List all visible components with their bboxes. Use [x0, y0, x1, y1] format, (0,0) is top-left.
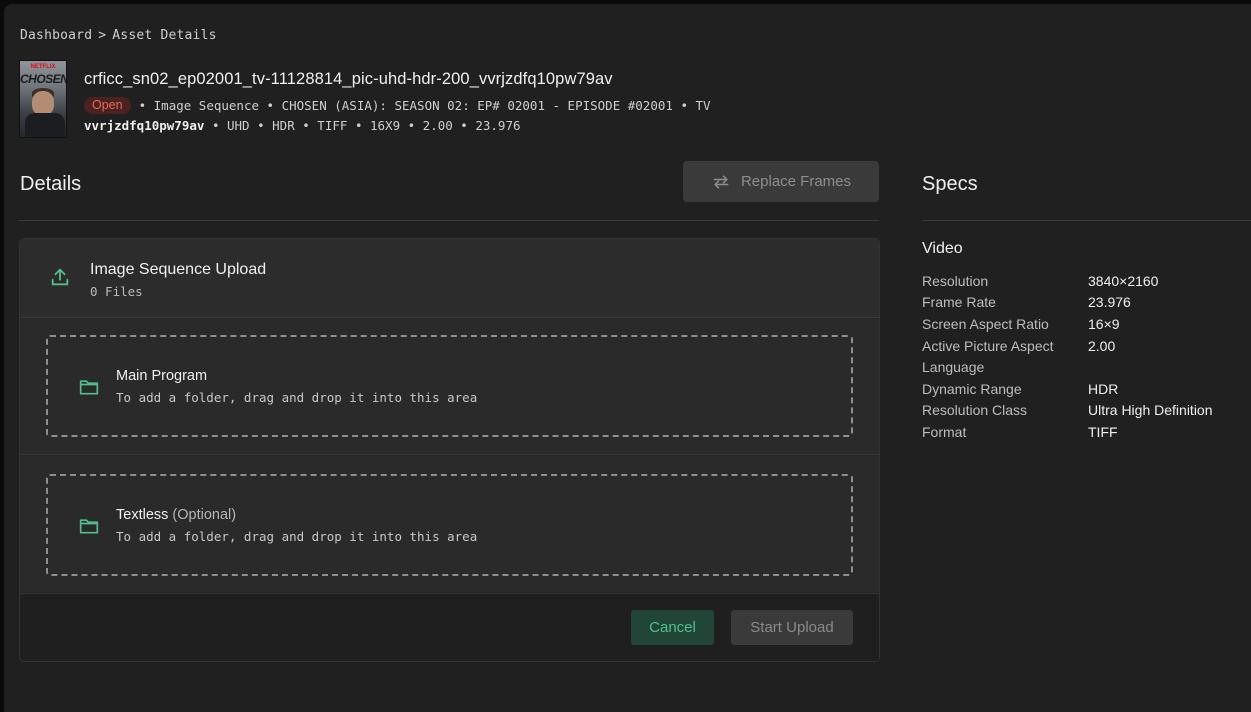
breadcrumb-asset-details: Asset Details: [112, 28, 217, 43]
dropzone-title: Main Program: [116, 368, 207, 384]
asset-meta-description: • Image Sequence • CHOSEN (ASIA): SEASON…: [138, 98, 711, 113]
breadcrumb: Dashboard > Asset Details: [20, 28, 223, 43]
folder-icon: [79, 380, 99, 395]
breadcrumb-separator: >: [98, 28, 107, 43]
spec-row-active-picture-aspect: Active Picture Aspect 2.00: [922, 335, 1251, 357]
spec-value: TIFF: [1088, 423, 1118, 440]
breadcrumb-dashboard[interactable]: Dashboard: [20, 28, 92, 43]
upload-icon: [51, 268, 69, 286]
dropzone-title-text: Main Program: [116, 368, 208, 384]
spec-key: Active Picture Aspect: [922, 337, 1054, 354]
specs-divider: [922, 220, 1251, 221]
optional-label: (Optional): [172, 507, 237, 523]
textless-dropzone[interactable]: Textless (Optional) To add a folder, dra…: [46, 474, 853, 576]
upload-title: Image Sequence Upload: [90, 261, 267, 278]
spec-value: 3840×2160: [1088, 272, 1159, 289]
spec-key: Screen Aspect Ratio: [922, 315, 1049, 332]
spec-row-resolution: Resolution 3840×2160: [922, 270, 1251, 292]
spec-key: Dynamic Range: [922, 380, 1022, 397]
asset-spec-summary: • UHD • HDR • TIFF • 16X9 • 2.00 • 23.97…: [211, 118, 521, 133]
textless-section: Textless (Optional) To add a folder, dra…: [20, 456, 879, 592]
spec-row-resolution-class: Resolution Class Ultra High Definition: [922, 400, 1251, 422]
upload-card: Image Sequence Upload 0 Files Main Progr…: [19, 238, 880, 662]
spec-row-format: Format TIFF: [922, 421, 1251, 443]
spec-value: 2.00: [1088, 337, 1116, 354]
spec-row-dynamic-range: Dynamic Range HDR: [922, 378, 1251, 400]
main-program-section: Main Program To add a folder, drag and d…: [20, 319, 879, 455]
spec-key: Resolution: [922, 272, 989, 289]
specs-heading: Specs: [922, 173, 978, 195]
asset-meta-specs: vvrjzdfq10pw79av • UHD • HDR • TIFF • 16…: [84, 118, 521, 133]
spec-list: Resolution 3840×2160 Frame Rate 23.976 Scr…: [922, 270, 1251, 443]
spec-value: Ultra High Definition: [1088, 402, 1213, 419]
replace-frames-label: Replace Frames: [740, 173, 852, 190]
dropzone-title: Textless (Optional): [116, 507, 236, 523]
start-upload-button[interactable]: Start Upload: [731, 610, 853, 645]
spec-key: Format: [922, 423, 967, 440]
asset-poster: NETFLIX CHOSEN: [19, 60, 67, 138]
upload-file-count: 0 Files: [90, 284, 143, 299]
poster-title: CHOSEN: [20, 72, 67, 86]
dropzone-hint: To add a folder, drag and drop it into t…: [116, 390, 478, 405]
upload-card-footer: Cancel Start Upload: [20, 593, 879, 661]
spec-row-frame-rate: Frame Rate 23.976: [922, 292, 1251, 314]
asset-title: crficc_sn02_ep02001_tv-11128814_pic-uhd-…: [84, 70, 613, 88]
details-divider: [19, 220, 879, 221]
dropzone-title-text: Textless: [116, 507, 169, 523]
dropzone-hint: To add a folder, drag and drop it into t…: [116, 529, 478, 544]
spec-key: Language: [922, 359, 985, 376]
spec-value: 23.976: [1088, 294, 1131, 311]
upload-card-header: Image Sequence Upload 0 Files: [20, 239, 879, 318]
spec-row-language: Language: [922, 356, 1251, 378]
asset-id: vvrjzdfq10pw79av: [84, 118, 205, 133]
spec-value: HDR: [1088, 380, 1119, 397]
poster-brand: NETFLIX: [30, 64, 56, 70]
swap-arrows-icon: [713, 174, 729, 189]
app-window: Dashboard > Asset Details NETFLIX CHOSEN c…: [4, 4, 1251, 712]
spec-row-screen-aspect-ratio: Screen Aspect Ratio 16×9: [922, 313, 1251, 335]
poster-figure-body: [25, 113, 65, 137]
replace-frames-button[interactable]: Replace Frames: [683, 161, 879, 202]
main-program-dropzone[interactable]: Main Program To add a folder, drag and d…: [46, 335, 853, 437]
poster-figure-head: [32, 91, 54, 115]
folder-icon: [79, 519, 99, 534]
cancel-button[interactable]: Cancel: [631, 610, 714, 645]
details-heading: Details: [20, 173, 82, 195]
spec-key: Frame Rate: [922, 294, 996, 311]
spec-key: Resolution Class: [922, 402, 1028, 419]
asset-meta-line: Open • Image Sequence • CHOSEN (ASIA): S…: [84, 97, 711, 114]
status-badge: Open: [84, 97, 131, 114]
spec-value: 16×9: [1088, 315, 1120, 332]
specs-video-heading: Video: [922, 240, 963, 257]
